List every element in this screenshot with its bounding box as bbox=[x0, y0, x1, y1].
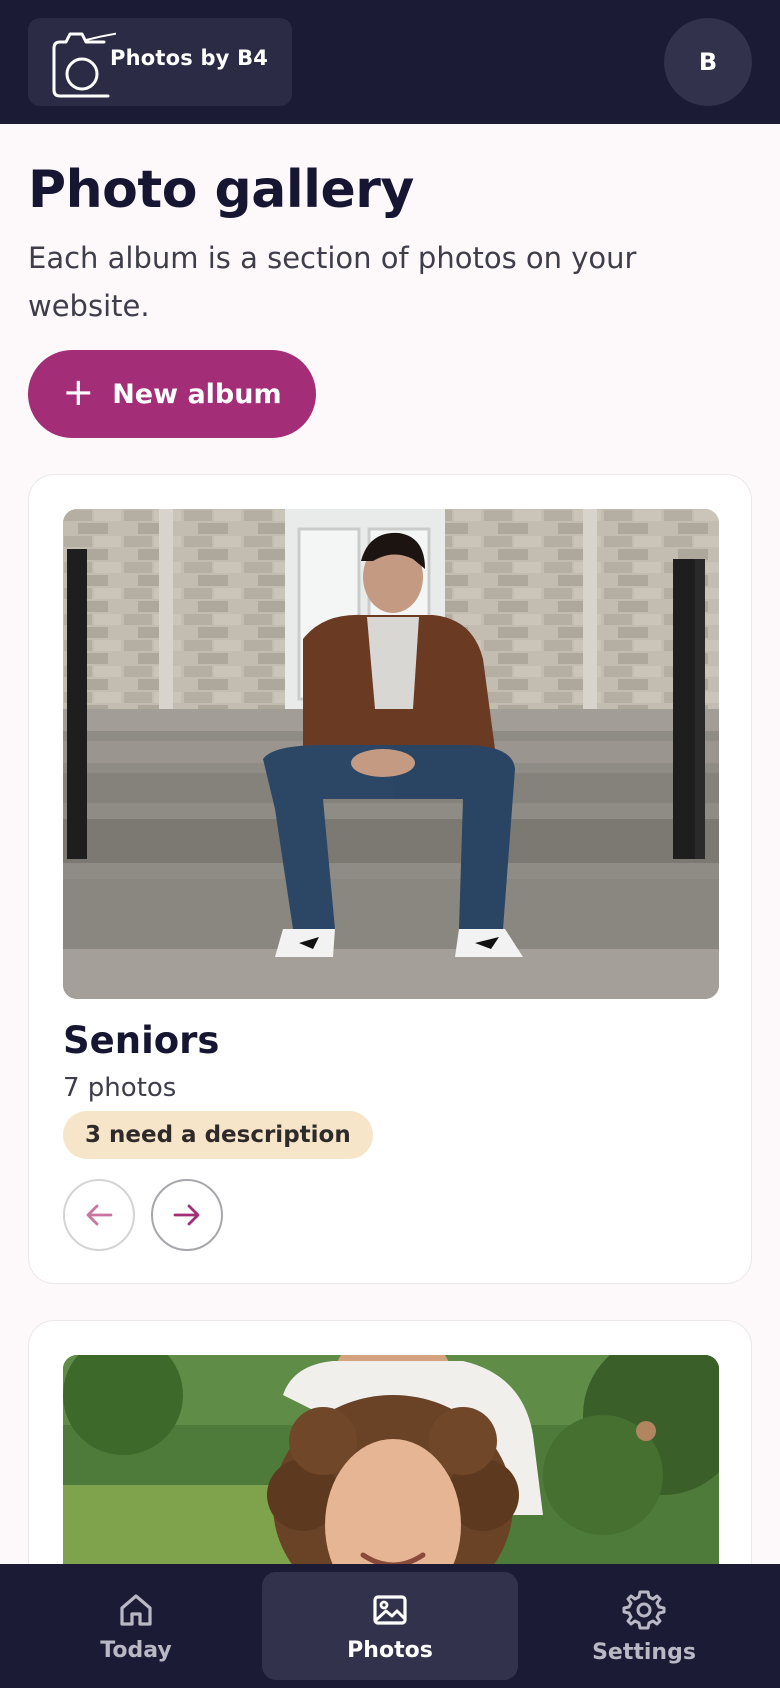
arrow-left-icon bbox=[86, 1204, 113, 1226]
top-bar: Photos by B4 B bbox=[0, 0, 780, 124]
gear-icon bbox=[622, 1590, 666, 1629]
arrow-right-icon bbox=[173, 1204, 200, 1226]
nav-tab-settings[interactable]: Settings bbox=[516, 1572, 772, 1680]
logo-text: Photos by B4 bbox=[110, 46, 269, 70]
nav-tab-photos[interactable]: Photos bbox=[262, 1572, 518, 1680]
bottom-navigation: Today Photos Settings bbox=[0, 1564, 780, 1688]
nav-tab-label: Photos bbox=[347, 1637, 433, 1663]
nav-tab-today[interactable]: Today bbox=[8, 1572, 264, 1680]
album-name: Seniors bbox=[63, 1019, 220, 1062]
next-photo-button[interactable] bbox=[151, 1179, 223, 1251]
page-title: Photo gallery bbox=[28, 160, 414, 220]
camera-logo-icon bbox=[52, 32, 116, 98]
album-photo-count: 7 photos bbox=[63, 1073, 177, 1103]
avatar[interactable]: B bbox=[664, 18, 752, 106]
new-album-label: New album bbox=[112, 378, 282, 410]
nav-tab-label: Settings bbox=[592, 1639, 696, 1665]
previous-photo-button[interactable] bbox=[63, 1179, 135, 1251]
plus-icon: + bbox=[62, 370, 95, 414]
album-cover-photo[interactable] bbox=[63, 509, 719, 999]
album-card[interactable]: Seniors 7 photos 3 need a description bbox=[28, 474, 752, 1284]
new-album-button[interactable]: + New album bbox=[28, 350, 316, 438]
page-subtitle: Each album is a section of photos on you… bbox=[28, 241, 637, 323]
description-badge: 3 need a description bbox=[63, 1111, 373, 1159]
logo[interactable]: Photos by B4 bbox=[28, 18, 292, 106]
nav-tab-label: Today bbox=[100, 1637, 172, 1663]
image-icon bbox=[373, 1594, 407, 1625]
home-icon bbox=[120, 1593, 152, 1626]
